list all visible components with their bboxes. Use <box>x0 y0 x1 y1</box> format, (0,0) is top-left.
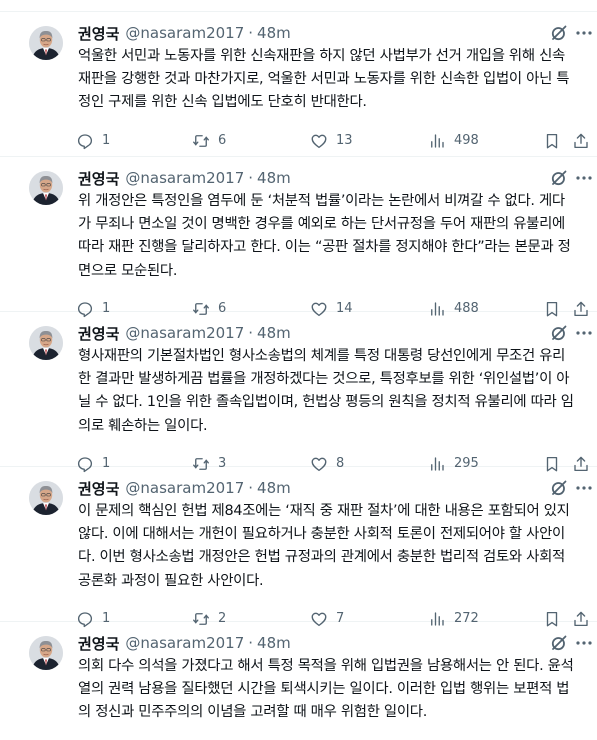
bookmark-icon <box>546 133 558 149</box>
grok-icon[interactable] <box>549 23 569 43</box>
author-handle[interactable]: @nasaram2017 <box>125 324 244 342</box>
author-name[interactable]: 권영국 <box>78 478 119 499</box>
tweet-text-line: 다. 이번 형사소송법 개정안은 헌법 규정과의 관계에서 충분한 법리적 검토… <box>78 549 565 566</box>
author-handle[interactable]: @nasaram2017 <box>125 24 244 42</box>
view-count: 498 <box>454 133 479 149</box>
tweet-header: 권영국 @nasaram2017 · 48m <box>78 633 291 653</box>
timestamp[interactable]: 48m <box>257 479 291 497</box>
like-button[interactable]: 13 <box>310 130 353 152</box>
tweet-text-line: 위 개정안은 특정인을 염두에 둔 ‘처분적 법률’이라는 논란에서 비껴갈 수… <box>78 193 565 209</box>
tweet-text-line: 형사재판의 기본절차법인 형사소송법의 체계를 특정 대통령 당선인에게 무조건… <box>78 348 566 364</box>
author-name[interactable]: 권영국 <box>78 23 119 44</box>
tweet-text-line: 의 정신과 민주주의의 이념을 고려할 때 매우 위험한 일이다. <box>78 704 428 721</box>
tweet-text-line: 열의 권력 남용을 질타했던 시간을 퇴색시키는 일이다. 이러한 입법 행위는… <box>78 681 570 698</box>
separator-dot: · <box>248 479 254 497</box>
more-icon[interactable] <box>575 23 593 43</box>
avatar[interactable] <box>29 171 63 205</box>
author-handle[interactable]: @nasaram2017 <box>125 479 244 497</box>
grok-icon[interactable] <box>549 323 569 343</box>
tweet-header: 권영국 @nasaram2017 · 48m <box>78 168 291 188</box>
more-icon[interactable] <box>575 323 593 343</box>
grok-icon[interactable] <box>549 478 569 498</box>
tweet-text-line: 따라 재판 진행을 달리하자고 한다. 이는 “공판 절차를 정지해야 한다”라… <box>78 239 571 256</box>
tweet[interactable]: 권영국 @nasaram2017 · 48m 위 개정안은 특정인을 염두에 둔… <box>0 157 597 317</box>
more-icon[interactable] <box>575 478 593 498</box>
tweet-text-line: 억울한 서민과 노동자를 위한 신속재판을 하지 않던 사법부가 선거 개입을 … <box>78 48 565 64</box>
share-icon <box>574 133 588 148</box>
retweet-button[interactable]: 6 <box>192 130 226 152</box>
tweet[interactable]: 권영국 @nasaram2017 · 48m 의회 다수 의석을 가졌다고 해서… <box>0 622 597 740</box>
like-count: 13 <box>336 133 353 149</box>
timestamp[interactable]: 48m <box>257 24 291 42</box>
avatar[interactable] <box>29 26 63 60</box>
views-button[interactable]: 498 <box>428 130 479 152</box>
avatar[interactable] <box>29 636 63 670</box>
reply-count: 1 <box>102 133 111 149</box>
reply-button[interactable]: 1 <box>76 130 110 152</box>
retweet-count: 6 <box>218 133 227 149</box>
tweet-text-line: 이 문제의 핵심인 헌법 제84조에는 ‘재직 중 재판 절차’에 대한 내용은… <box>78 503 570 519</box>
author-name[interactable]: 권영국 <box>78 168 119 189</box>
tweet-text: 이 문제의 핵심인 헌법 제84조에는 ‘재직 중 재판 절차’에 대한 내용은… <box>78 500 590 593</box>
heart-icon <box>311 134 327 148</box>
more-icon[interactable] <box>575 633 593 653</box>
tweet-text-line: 가 무죄나 면소일 것이 명백한 경우를 예외로 하는 단서규정을 두어 재판의… <box>78 216 565 233</box>
tweet-text-line: 한 결과만 발생하게끔 법률을 개정하겠다는 것으로, 특정후보를 위한 ‘위인… <box>78 371 570 388</box>
tweet-text: 형사재판의 기본절차법인 형사소송법의 체계를 특정 대통령 당선인에게 무조건… <box>78 345 590 438</box>
tweet[interactable]: 권영국 @nasaram2017 · 48m 형사재판의 기본절차법인 형사소송… <box>0 312 597 472</box>
tweet-text-line: 의회 다수 의석을 가졌다고 해서 특정 목적을 위해 입법권을 남용해서는 안… <box>78 658 574 674</box>
tweet-header: 권영국 @nasaram2017 · 48m <box>78 478 291 498</box>
timestamp[interactable]: 48m <box>257 169 291 187</box>
tweet-text-line: 닐 수 없다. 1인을 위한 졸속입법이며, 헌법상 평등의 원칙을 정치적 유… <box>78 394 574 411</box>
tweet-text-line: 의로 훼손하는 일이다. <box>78 417 208 434</box>
grok-icon[interactable] <box>549 168 569 188</box>
share-button[interactable] <box>572 130 590 152</box>
retweet-icon <box>193 134 209 147</box>
more-icon[interactable] <box>575 168 593 188</box>
timeline-top-border <box>0 0 597 12</box>
tweet-header: 권영국 @nasaram2017 · 48m <box>78 23 291 43</box>
tweet-text-line: 않다. 이에 대해서는 개헌이 필요하거나 충분한 사회적 토론이 전제되어야 … <box>78 526 565 543</box>
avatar[interactable] <box>29 326 63 360</box>
tweet-text-line: 재판을 강행한 것과 마찬가지로, 억울한 서민과 노동자를 위한 신속한 입법… <box>78 71 570 88</box>
author-name[interactable]: 권영국 <box>78 633 119 654</box>
author-name[interactable]: 권영국 <box>78 323 119 344</box>
reply-icon <box>77 133 93 149</box>
tweet-text: 위 개정안은 특정인을 염두에 둔 ‘처분적 법률’이라는 논란에서 비껴갈 수… <box>78 190 590 283</box>
tweet-text: 의회 다수 의석을 가졌다고 해서 특정 목적을 위해 입법권을 남용해서는 안… <box>78 655 590 725</box>
tweet[interactable]: 권영국 @nasaram2017 · 48m 억울한 서민과 노동자를 위한 신… <box>0 12 597 157</box>
views-icon <box>431 133 444 148</box>
avatar[interactable] <box>29 481 63 515</box>
grok-icon[interactable] <box>549 633 569 653</box>
tweet-text-line: 정인 구제를 위한 신속 입법에도 단호히 반대한다. <box>78 94 367 111</box>
tweet-header: 권영국 @nasaram2017 · 48m <box>78 323 291 343</box>
timestamp[interactable]: 48m <box>257 634 291 652</box>
separator-dot: · <box>248 634 254 652</box>
author-handle[interactable]: @nasaram2017 <box>125 634 244 652</box>
author-handle[interactable]: @nasaram2017 <box>125 169 244 187</box>
tweet-text: 억울한 서민과 노동자를 위한 신속재판을 하지 않던 사법부가 선거 개입을 … <box>78 45 590 115</box>
tweet[interactable]: 권영국 @nasaram2017 · 48m 이 문제의 핵심인 헌법 제84조… <box>0 467 597 627</box>
separator-dot: · <box>248 324 254 342</box>
separator-dot: · <box>248 169 254 187</box>
timestamp[interactable]: 48m <box>257 324 291 342</box>
tweet-text-line: 면으로 모순된다. <box>78 262 178 279</box>
tweet-text-line: 공론화 과정이 필요한 사안이다. <box>78 572 264 589</box>
separator-dot: · <box>248 24 254 42</box>
bookmark-button[interactable] <box>543 130 561 152</box>
tweet-actions: 1 6 13 498 <box>70 130 595 152</box>
